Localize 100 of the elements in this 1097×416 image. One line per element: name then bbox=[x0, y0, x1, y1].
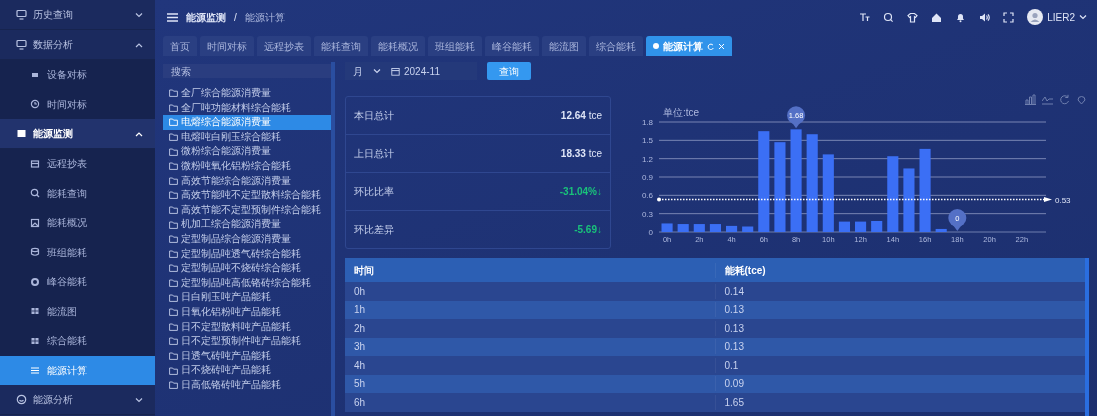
sidebar-item[interactable]: 班组能耗 bbox=[0, 237, 155, 267]
tab[interactable]: 能耗查询 bbox=[314, 36, 368, 56]
bar bbox=[903, 168, 915, 232]
table-cell-text: 0.13 bbox=[723, 321, 745, 336]
tree-item[interactable]: 定型制品吨高低铬砖综合能耗 bbox=[163, 275, 331, 291]
table-cell: 3h bbox=[345, 339, 716, 355]
line-chart-icon[interactable] bbox=[1042, 94, 1053, 105]
tree-item[interactable]: 全厂吨功能材料综合能耗 bbox=[163, 100, 331, 116]
search-field[interactable]: 搜索 bbox=[163, 64, 331, 78]
tree-item[interactable]: 日不定型预制件吨产品能耗 bbox=[163, 334, 331, 349]
axis-tick-label: 1.5 bbox=[641, 136, 653, 146]
marker-pin bbox=[787, 106, 806, 129]
tree-item[interactable]: 定型制品吨不烧砖综合能耗 bbox=[163, 261, 331, 276]
sidebar-item[interactable]: 能流图 bbox=[0, 296, 155, 326]
sidebar-group[interactable]: 能源监测 bbox=[0, 119, 155, 149]
stat-value: -5.69↓ bbox=[574, 223, 602, 237]
sidebar-item[interactable]: 设备对标 bbox=[0, 60, 155, 90]
sidebar-item[interactable]: 能耗查询 bbox=[0, 178, 155, 208]
grid-icon bbox=[30, 335, 40, 346]
table-cell: 6h bbox=[345, 394, 716, 410]
tree-item[interactable]: 高效节能不定型预制件综合能耗 bbox=[163, 202, 331, 218]
picture-frame-icon bbox=[30, 217, 40, 228]
bar bbox=[838, 221, 850, 232]
tree-item[interactable]: 日不定型散料吨产品能耗 bbox=[163, 319, 331, 335]
tab[interactable]: 能耗概况 bbox=[371, 36, 425, 56]
font-size-icon[interactable] bbox=[859, 11, 871, 23]
tree-item[interactable]: 日不烧砖吨产品能耗 bbox=[163, 363, 331, 378]
axis-tick-label: 0.6 bbox=[641, 191, 653, 201]
user-name[interactable]: LIER2 bbox=[1047, 9, 1075, 25]
bar bbox=[693, 224, 705, 232]
bell-icon[interactable] bbox=[955, 11, 967, 23]
stat-label: 环比差异 bbox=[354, 223, 394, 237]
stat-value: 18.33 tce bbox=[560, 147, 602, 161]
average-label: 0.53 bbox=[1055, 195, 1071, 205]
breadcrumb-item[interactable]: 能源监测 bbox=[186, 9, 226, 25]
sidebar-item[interactable]: 峰谷能耗 bbox=[0, 267, 155, 297]
tab[interactable]: 峰谷能耗 bbox=[485, 36, 539, 56]
close-icon[interactable] bbox=[718, 42, 725, 50]
avatar-icon[interactable] bbox=[1027, 9, 1044, 25]
tree-item[interactable]: 日透气砖吨产品能耗 bbox=[163, 348, 331, 364]
menu-icon[interactable] bbox=[167, 12, 178, 22]
bar bbox=[935, 228, 947, 232]
table-cell-text: 1.65 bbox=[723, 395, 745, 410]
sidebar-group-label[interactable]: 能源分析 bbox=[33, 392, 73, 407]
tree-item[interactable]: 电熔吨白刚玉综合能耗 bbox=[163, 129, 331, 145]
sidebar-group-label[interactable]: 能源监测 bbox=[33, 126, 73, 141]
column-header: 时间 bbox=[345, 262, 716, 278]
sidebar-group-label[interactable]: 历史查询 bbox=[33, 7, 73, 22]
tree-item[interactable]: 微粉吨氧化铝粉综合能耗 bbox=[163, 158, 331, 174]
tree-item[interactable]: 高效节能吨不定型散料综合能耗 bbox=[163, 188, 331, 203]
ring-icon bbox=[30, 276, 40, 287]
grid-icon bbox=[30, 306, 40, 317]
tab[interactable]: 首页 bbox=[163, 36, 197, 56]
sidebar-item[interactable]: 时间对标 bbox=[0, 89, 155, 119]
home-icon[interactable] bbox=[931, 11, 943, 23]
bar bbox=[742, 226, 754, 232]
tree-item[interactable]: 全厂综合能源消费量 bbox=[163, 86, 331, 101]
tab[interactable]: 班组能耗 bbox=[428, 36, 482, 56]
sliders-icon bbox=[30, 365, 40, 376]
fullscreen-icon[interactable] bbox=[1003, 11, 1015, 23]
table-cell: 0h bbox=[345, 283, 716, 299]
calendar-icon bbox=[391, 66, 400, 76]
period-select[interactable]: 月 bbox=[353, 63, 363, 79]
stat-label: 环比比率 bbox=[354, 185, 394, 199]
square-icon bbox=[16, 128, 27, 139]
tree-item[interactable]: 高效节能综合能源消费量 bbox=[163, 173, 331, 189]
tree-item[interactable]: 机加工综合能源消费量 bbox=[163, 217, 331, 232]
tab[interactable]: 综合能耗 bbox=[589, 36, 643, 56]
date-picker-field[interactable]: 月 2024-11 bbox=[345, 62, 477, 80]
tree-item[interactable]: 电熔综合能源消费量 bbox=[163, 115, 331, 130]
sidebar-item[interactable]: 能耗概况 bbox=[0, 208, 155, 238]
sidebar-item[interactable]: 远程抄表 bbox=[0, 149, 155, 179]
chevron-down-icon[interactable] bbox=[373, 68, 381, 74]
clock-icon bbox=[30, 99, 40, 110]
axis-tick-label: 1.2 bbox=[641, 154, 653, 164]
search-icon[interactable] bbox=[883, 11, 895, 23]
speaker-icon[interactable] bbox=[979, 11, 991, 23]
axis-tick-label: 0 bbox=[648, 228, 653, 237]
tree-item[interactable]: 日白刚玉吨产品能耗 bbox=[163, 290, 331, 305]
breadcrumb-item: 能源计算 bbox=[244, 10, 285, 25]
tree-item[interactable]: 微粉综合能源消费量 bbox=[163, 144, 331, 159]
sidebar-group-label[interactable]: 数据分析 bbox=[33, 37, 73, 52]
tree-item[interactable]: 定型制品综合能源消费量 bbox=[163, 231, 331, 247]
tree-item[interactable]: 日氧化铝粉吨产品能耗 bbox=[163, 304, 331, 320]
bar bbox=[726, 225, 738, 232]
bar-chart-icon[interactable] bbox=[1025, 94, 1036, 105]
refresh-icon[interactable] bbox=[1059, 94, 1070, 105]
tab[interactable]: 能流图 bbox=[542, 36, 586, 56]
sidebar-item[interactable]: 综合能耗 bbox=[0, 326, 155, 356]
tab[interactable]: 时间对标 bbox=[200, 36, 254, 56]
tree-item[interactable]: 定型制品吨透气砖综合能耗 bbox=[163, 246, 331, 262]
tab[interactable]: 远程抄表 bbox=[257, 36, 311, 56]
tree-item[interactable]: 日高低铬砖吨产品能耗 bbox=[163, 377, 331, 393]
shirt-icon[interactable] bbox=[907, 11, 919, 23]
chevron-down-icon[interactable] bbox=[1079, 14, 1087, 20]
sidebar-item[interactable]: 能源计算 bbox=[0, 355, 155, 385]
breadcrumb-separator: / bbox=[234, 10, 237, 25]
bar bbox=[709, 224, 721, 232]
table-cell: 4h bbox=[345, 357, 716, 373]
stat-value: 12.64 tce bbox=[560, 109, 602, 123]
